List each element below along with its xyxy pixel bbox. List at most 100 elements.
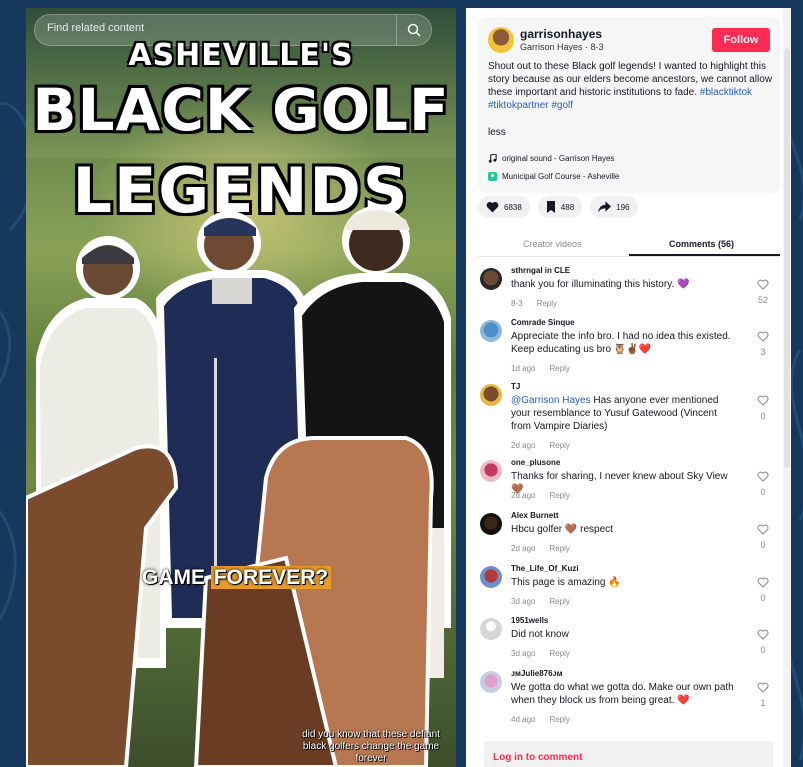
- commenter-avatar[interactable]: [480, 566, 502, 588]
- video-caption-bottom: did you know that these defiant black go…: [302, 729, 440, 764]
- video-caption-game: GAME FOREVER?: [142, 566, 332, 590]
- comment-text: Hbcu golfer 🤎 respect: [511, 524, 613, 535]
- reply-button[interactable]: Reply: [549, 364, 569, 373]
- save-button[interactable]: 488: [537, 196, 583, 218]
- comment-text: thank you for illuminating this history.…: [511, 279, 690, 290]
- heart-icon: [486, 201, 499, 213]
- login-to-comment-link[interactable]: Log in to comment: [493, 752, 582, 763]
- comment-like-button[interactable]: 0: [754, 627, 772, 655]
- scrollbar-thumb[interactable]: [784, 48, 790, 468]
- video-title-line-2: BLACK GOLF: [32, 76, 450, 144]
- comment-like-count: 52: [757, 295, 768, 305]
- login-to-comment-bar[interactable]: Log in to comment: [484, 741, 773, 767]
- sound-label: original sound - Garrison Hayes: [502, 154, 615, 163]
- comment-like-count: 0: [760, 411, 766, 421]
- comment-like-count: 0: [760, 487, 766, 497]
- comment-like-button[interactable]: 1: [754, 680, 772, 708]
- comment-username[interactable]: ᴊᴍJulie876ᴊᴍ: [511, 669, 563, 678]
- comment-like-button[interactable]: 52: [754, 277, 772, 305]
- comment-username[interactable]: one_plusone: [511, 458, 560, 467]
- video-player[interactable]: Find related content ASHEVILLE'S BLACK G…: [26, 8, 456, 767]
- comment-like-button[interactable]: 0: [754, 522, 772, 550]
- location-link[interactable]: Municipal Golf Course - Asheville: [488, 172, 619, 181]
- commenter-avatar[interactable]: [480, 268, 502, 290]
- comment-username[interactable]: Alex Burnett: [511, 511, 559, 520]
- comment-username[interactable]: sthrngal in CLE: [511, 266, 570, 275]
- action-bar: 6838 488 196: [478, 196, 638, 218]
- sound-link[interactable]: original sound - Garrison Hayes: [488, 154, 615, 163]
- comment-meta: 3d ago Reply: [511, 597, 570, 606]
- comment-like-count: 0: [760, 593, 766, 603]
- commenter-avatar[interactable]: [480, 384, 502, 406]
- tab-creator-videos[interactable]: Creator videos: [523, 239, 582, 249]
- commenter-avatar[interactable]: [480, 513, 502, 535]
- comment-date: 3d ago: [511, 597, 536, 606]
- search-icon: [407, 23, 421, 37]
- comment-meta: 3d ago Reply: [511, 649, 570, 658]
- like-button[interactable]: 6838: [478, 196, 530, 218]
- comment-username[interactable]: The_Life_Of_Kuzi: [511, 564, 579, 573]
- comment-like-button[interactable]: 0: [754, 575, 772, 603]
- reply-button[interactable]: Reply: [549, 441, 569, 450]
- golfers-illustration: [26, 206, 451, 767]
- comment-text: We gotta do what we gotta do. Make our o…: [511, 682, 734, 706]
- save-count: 488: [560, 202, 575, 212]
- comment-like-button[interactable]: 0: [754, 393, 772, 421]
- commenter-avatar[interactable]: [480, 320, 502, 342]
- tab-bar: Creator videos Comments (56): [478, 234, 780, 257]
- comment-meta: 2d ago Reply: [511, 491, 570, 500]
- share-arrow-icon: [598, 201, 612, 213]
- comment-like-count: 0: [760, 540, 766, 550]
- reply-button[interactable]: Reply: [549, 649, 569, 658]
- heart-outline-icon: [757, 682, 769, 693]
- video-description: Shout out to these Black golf legends! I…: [488, 60, 774, 112]
- location-label: Municipal Golf Course - Asheville: [502, 172, 620, 181]
- reply-button[interactable]: Reply: [549, 491, 569, 500]
- comment-meta: 8-3 Reply: [511, 299, 557, 308]
- scrollbar[interactable]: [783, 8, 791, 767]
- share-button[interactable]: 196: [590, 196, 638, 218]
- comment-text: This page is amazing 🔥: [511, 577, 621, 588]
- comment-date: 3d ago: [511, 649, 536, 658]
- hashtag-link[interactable]: #blacktiktok: [700, 87, 752, 98]
- hashtag-link[interactable]: #golf: [551, 100, 573, 111]
- comment-text: Appreciate the info bro. I had no idea t…: [511, 331, 731, 355]
- comment-like-button[interactable]: 0: [754, 469, 772, 497]
- reply-button[interactable]: Reply: [549, 715, 569, 724]
- comment-username[interactable]: 1951wells: [511, 616, 548, 625]
- heart-outline-icon: [757, 279, 769, 290]
- author-avatar[interactable]: [488, 27, 514, 53]
- comment-text: Did not know: [511, 629, 569, 640]
- reply-button[interactable]: Reply: [549, 544, 569, 553]
- comment-date: 1d ago: [511, 364, 536, 373]
- comment-like-button[interactable]: 3: [754, 329, 772, 357]
- reply-button[interactable]: Reply: [549, 597, 569, 606]
- like-count: 6838: [504, 202, 522, 212]
- author-username[interactable]: garrisonhayes: [520, 27, 602, 41]
- comment-date: 2d ago: [511, 491, 536, 500]
- commenter-avatar[interactable]: [480, 618, 502, 640]
- active-tab-indicator: [629, 254, 780, 256]
- less-link[interactable]: less: [488, 127, 506, 138]
- commenter-avatar[interactable]: [480, 460, 502, 482]
- video-caption-highlight: FOREVER?: [210, 566, 332, 589]
- comment-text: @Garrison Hayes Has anyone ever mentione…: [511, 394, 736, 433]
- comment-meta: 2d ago Reply: [511, 441, 570, 450]
- reply-button[interactable]: Reply: [537, 299, 557, 308]
- comment-like-count: 3: [760, 347, 766, 357]
- follow-button[interactable]: Follow: [712, 28, 770, 52]
- comment-username[interactable]: Comrade Sinque: [511, 318, 575, 327]
- comment-mention[interactable]: @Garrison Hayes: [511, 395, 591, 406]
- music-note-icon: [488, 154, 497, 163]
- details-panel: garrisonhayes Garrison Hayes · 8-3 Follo…: [466, 8, 791, 767]
- comment-date: 4d ago: [511, 715, 536, 724]
- comment-date: 2d ago: [511, 441, 536, 450]
- tab-comments[interactable]: Comments (56): [669, 239, 734, 249]
- comment-like-count: 0: [760, 645, 766, 655]
- hashtag-link[interactable]: #tiktokpartner: [488, 100, 549, 111]
- heart-outline-icon: [757, 331, 769, 342]
- commenter-avatar[interactable]: [480, 671, 502, 693]
- location-icon: [488, 172, 497, 181]
- comment-username[interactable]: TJ: [511, 382, 520, 391]
- search-input[interactable]: Find related content: [47, 22, 144, 34]
